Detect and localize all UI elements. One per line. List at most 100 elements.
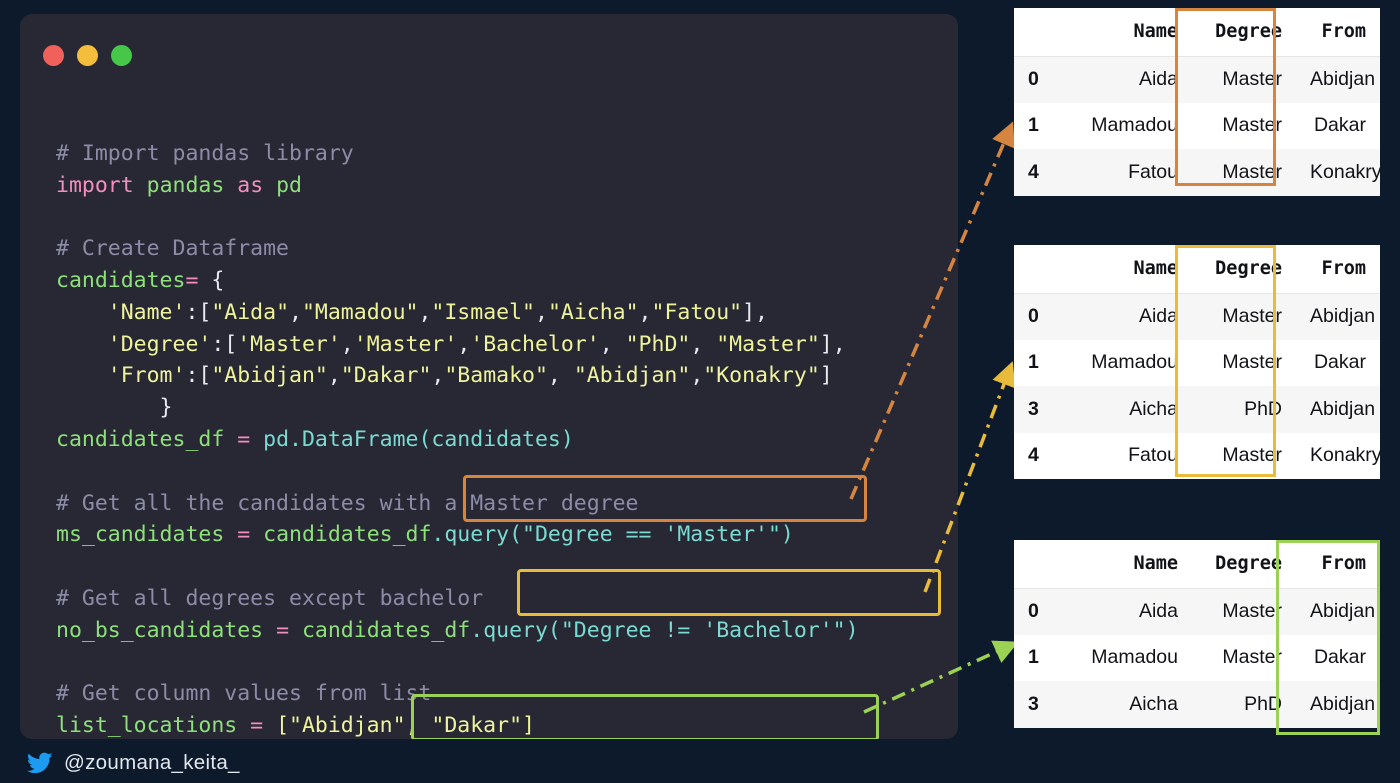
from-4: "Konakry" bbox=[703, 363, 820, 388]
cell-from: Konakry bbox=[1296, 433, 1380, 480]
code-line: candidates= { bbox=[56, 265, 859, 297]
cell-degree: Master bbox=[1192, 340, 1296, 387]
code-line: 'Degree':['Master','Master','Bachelor', … bbox=[56, 329, 859, 361]
dict-key-degree: 'Degree' bbox=[108, 332, 212, 357]
dataframe-table: Name Degree From 0 Aida Master Abidjan 1… bbox=[1014, 245, 1380, 479]
space bbox=[263, 618, 276, 643]
punct: :[ bbox=[211, 332, 237, 357]
column-header-name: Name bbox=[1070, 245, 1192, 293]
ref-candidates-df: candidates_df bbox=[263, 522, 431, 547]
var-ms-candidates: ms_candidates bbox=[56, 522, 224, 547]
code-line: # Create Dataframe bbox=[56, 233, 859, 265]
table-row: 0 Aida Master Abidjan bbox=[1014, 293, 1380, 340]
comma: , bbox=[418, 300, 431, 325]
maximize-window-button[interactable] bbox=[111, 45, 132, 66]
column-header-index bbox=[1014, 245, 1070, 293]
indent bbox=[56, 363, 108, 388]
code-line: import pandas as pd bbox=[56, 170, 859, 202]
operator-assign: = bbox=[237, 427, 250, 452]
degree-2: 'Bachelor' bbox=[470, 332, 599, 357]
table-row: 3 Aicha PhD Abidjan bbox=[1014, 386, 1380, 433]
space bbox=[250, 427, 263, 452]
code-line-blank bbox=[56, 456, 859, 488]
from-3: "Abidjan" bbox=[574, 363, 691, 388]
code-comment: # Import pandas library bbox=[56, 141, 354, 166]
code-line-blank bbox=[56, 201, 859, 233]
indent bbox=[56, 332, 108, 357]
cell-degree: PhD bbox=[1192, 681, 1296, 728]
from-1: "Dakar" bbox=[341, 363, 432, 388]
cell-name: Fatou bbox=[1070, 149, 1192, 196]
list-locations-value: ["Abidjan", "Dakar"] bbox=[276, 713, 535, 738]
var-no-bs-candidates: no_bs_candidates bbox=[56, 618, 263, 643]
minimize-window-button[interactable] bbox=[77, 45, 98, 66]
cell-from: Dakar bbox=[1296, 340, 1380, 387]
space bbox=[263, 713, 276, 738]
code-line-blank bbox=[56, 551, 859, 583]
cell-degree: Master bbox=[1192, 588, 1296, 635]
cell-index: 0 bbox=[1014, 293, 1070, 340]
author-handle: @zoumana_keita_ bbox=[26, 751, 240, 775]
degree-4: "Master" bbox=[716, 332, 820, 357]
comma: , bbox=[457, 332, 470, 357]
table-row: 4 Fatou Master Konakry bbox=[1014, 149, 1380, 196]
table-header-row: Name Degree From bbox=[1014, 8, 1380, 56]
table-header-row: Name Degree From bbox=[1014, 245, 1380, 293]
ms-candidates-result-table: Name Degree From 0 Aida Master Abidjan 1… bbox=[1014, 8, 1380, 196]
handle-text: @zoumana_keita_ bbox=[64, 751, 240, 775]
value-fatou: "Fatou" bbox=[652, 300, 743, 325]
column-header-name: Name bbox=[1070, 540, 1192, 588]
comma: , bbox=[431, 363, 444, 388]
table-row: 3 Aicha PhD Abidjan bbox=[1014, 681, 1380, 728]
cell-index: 0 bbox=[1014, 56, 1070, 103]
code-line: # Get all the candidates with a Master d… bbox=[56, 488, 859, 520]
value-aida: "Aida" bbox=[211, 300, 289, 325]
code-comment: # Get column values from list bbox=[56, 681, 431, 706]
code-line: 'From':["Abidjan","Dakar","Bamako", "Abi… bbox=[56, 360, 859, 392]
cell-from: Abidjan bbox=[1296, 293, 1380, 340]
space bbox=[224, 173, 237, 198]
cell-index: 4 bbox=[1014, 149, 1070, 196]
cell-degree: Master bbox=[1192, 103, 1296, 150]
cell-from: Konakry bbox=[1296, 149, 1380, 196]
comma: , bbox=[690, 363, 703, 388]
cell-from: Abidjan bbox=[1296, 681, 1380, 728]
code-comment: # Get all degrees except bachelor bbox=[56, 586, 483, 611]
candiates-result-table: Name Degree From 0 Aida Master Abidjan 1… bbox=[1014, 540, 1380, 728]
dict-key-from: 'From' bbox=[108, 363, 186, 388]
indent bbox=[56, 300, 108, 325]
table-row: 0 Aida Master Abidjan bbox=[1014, 588, 1380, 635]
from-0: "Abidjan" bbox=[211, 363, 328, 388]
column-header-degree: Degree bbox=[1192, 245, 1296, 293]
comma: , bbox=[548, 363, 574, 388]
column-header-name: Name bbox=[1070, 8, 1192, 56]
var-candidates: candidates bbox=[56, 268, 185, 293]
close-window-button[interactable] bbox=[43, 45, 64, 66]
cell-from: Dakar bbox=[1296, 635, 1380, 682]
alias-pd: pd bbox=[276, 173, 302, 198]
degree-1: 'Master' bbox=[354, 332, 458, 357]
space bbox=[134, 173, 147, 198]
cell-from: Abidjan bbox=[1296, 386, 1380, 433]
punct: ], bbox=[742, 300, 768, 325]
space bbox=[250, 522, 263, 547]
twitter-bird-icon bbox=[26, 752, 53, 775]
comma: , bbox=[639, 300, 652, 325]
code-line-blank bbox=[56, 647, 859, 679]
var-list-locations: list_locations bbox=[56, 713, 237, 738]
column-header-degree: Degree bbox=[1192, 540, 1296, 588]
code-line: # Get all degrees except bachelor bbox=[56, 583, 859, 615]
comma: , bbox=[690, 332, 716, 357]
call-dataframe: pd.DataFrame(candidates) bbox=[263, 427, 574, 452]
column-header-index bbox=[1014, 8, 1070, 56]
comma: , bbox=[328, 363, 341, 388]
cell-index: 1 bbox=[1014, 340, 1070, 387]
comma: , bbox=[341, 332, 354, 357]
column-header-from: From bbox=[1296, 245, 1380, 293]
cell-index: 4 bbox=[1014, 433, 1070, 480]
var-candidates-df: candidates_df bbox=[56, 427, 224, 452]
column-header-index bbox=[1014, 540, 1070, 588]
space bbox=[224, 427, 237, 452]
cell-index: 0 bbox=[1014, 588, 1070, 635]
query-bachelor-call: .query("Degree != 'Bachelor'") bbox=[470, 618, 858, 643]
